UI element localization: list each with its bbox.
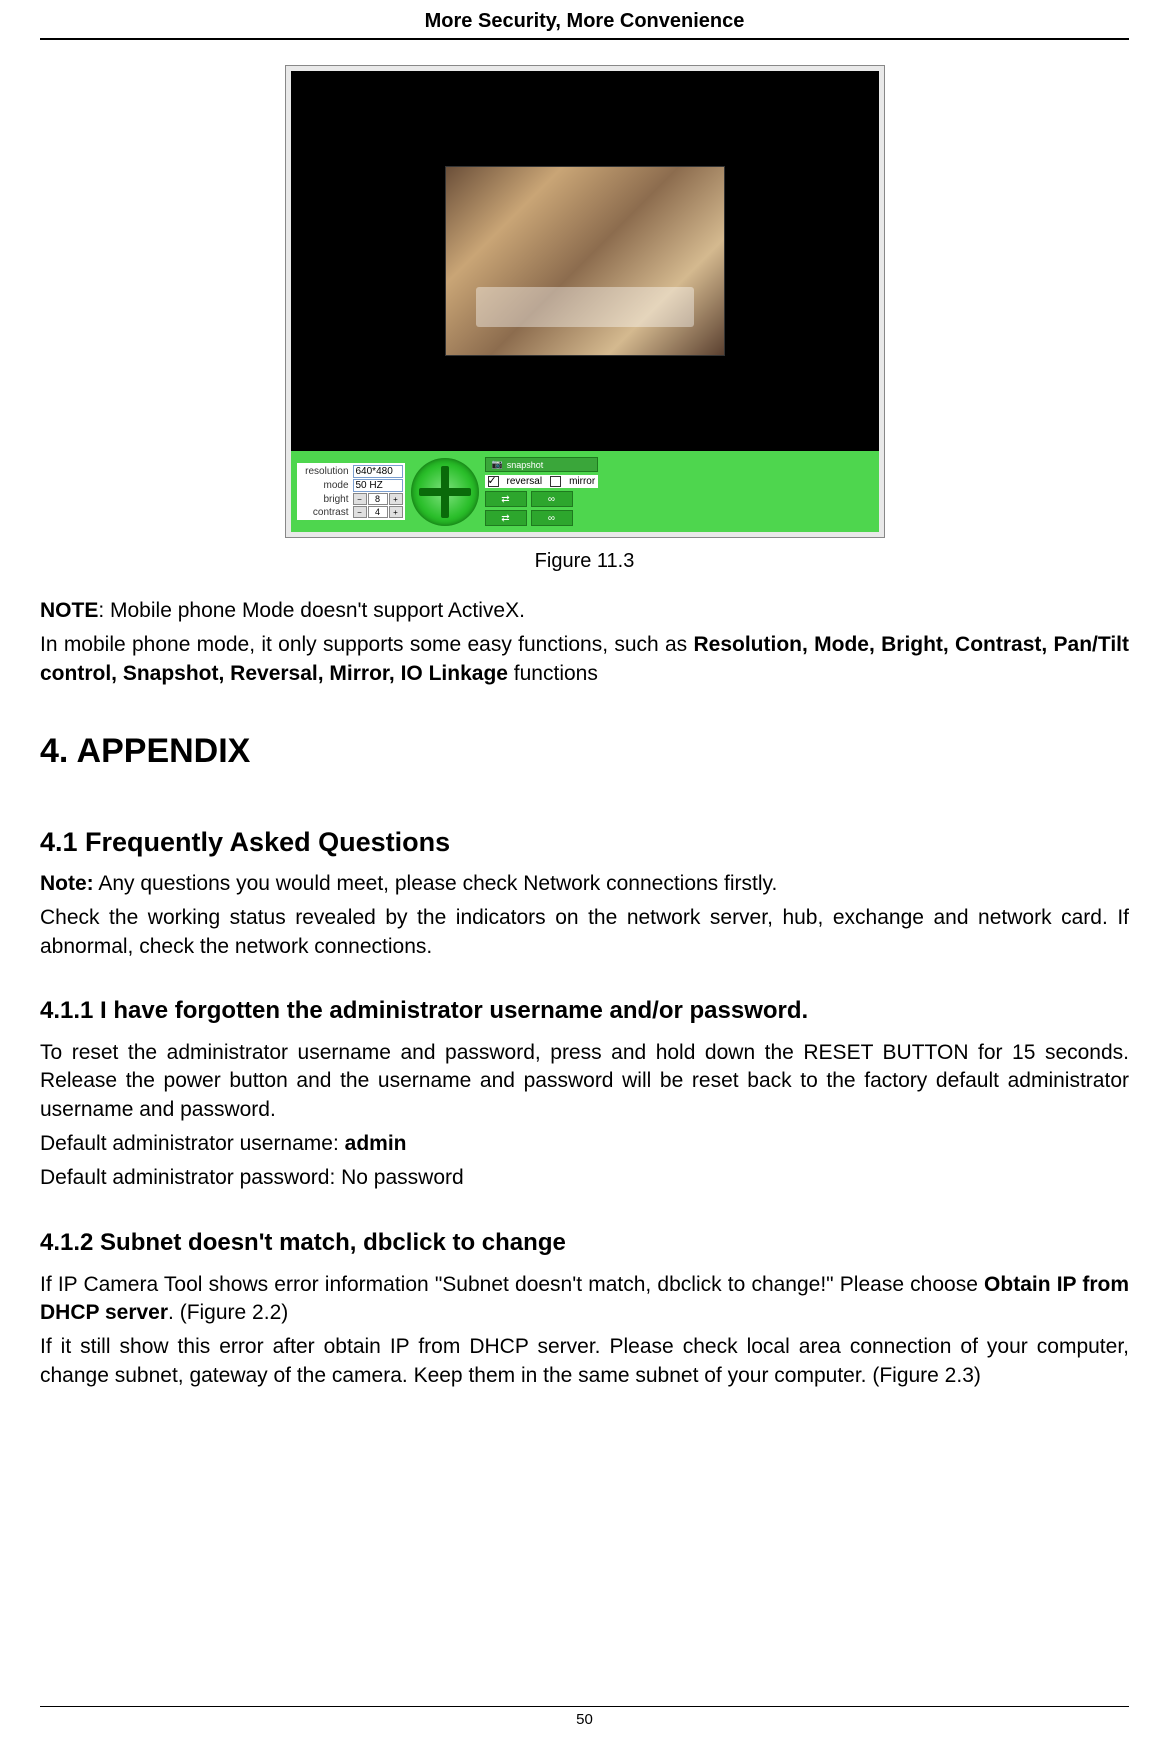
pan-tilt-dpad[interactable] <box>411 458 479 526</box>
faq-note-rest: Any questions you would meet, please che… <box>94 872 778 895</box>
contrast-decrease[interactable]: − <box>353 506 367 518</box>
faq-note-2: Check the working status revealed by the… <box>40 904 1129 961</box>
player-controls: resolution 640*480 mode 50 HZ bright − 8… <box>291 451 879 532</box>
note-prefix: NOTE <box>40 599 98 622</box>
s411-heading: 4.1.1 I have forgotten the administrator… <box>40 997 1129 1025</box>
mirror-checkbox[interactable] <box>550 476 561 487</box>
figure-caption: Figure 11.3 <box>40 550 1129 573</box>
io-button-2b[interactable]: ∞ <box>531 510 573 526</box>
bright-label: bright <box>299 494 349 505</box>
faq-note-bold: Note: <box>40 872 94 895</box>
note-line1: : Mobile phone Mode doesn't support Acti… <box>98 599 525 622</box>
faq-note-1: Note: Any questions you would meet, plea… <box>40 870 1129 898</box>
s411-p1: To reset the administrator username and … <box>40 1039 1129 1124</box>
s412-p2: If it still show this error after obtain… <box>40 1333 1129 1390</box>
contrast-increase[interactable]: + <box>389 506 403 518</box>
contrast-value: 4 <box>368 506 388 518</box>
s411-pass: Default administrator password: No passw… <box>40 1164 1129 1192</box>
bright-decrease[interactable]: − <box>353 493 367 505</box>
contrast-label: contrast <box>299 507 349 518</box>
faq-heading: 4.1 Frequently Asked Questions <box>40 827 1129 858</box>
note-line2-post: functions <box>508 662 598 685</box>
note-paragraph-1: NOTE: Mobile phone Mode doesn't support … <box>40 597 1129 625</box>
s412-p1: If IP Camera Tool shows error informatio… <box>40 1271 1129 1328</box>
page-number: 50 <box>40 1706 1129 1728</box>
s411-user-pre: Default administrator username: <box>40 1132 345 1155</box>
resolution-label: resolution <box>299 466 349 477</box>
s412-p1-post: . (Figure 2.2) <box>168 1301 288 1324</box>
reversal-label: reversal <box>507 476 543 487</box>
mirror-label: mirror <box>569 476 595 487</box>
mode-label: mode <box>299 480 349 491</box>
mode-select[interactable]: 50 HZ <box>353 479 403 492</box>
video-frame <box>445 166 725 356</box>
video-player-area <box>291 71 879 451</box>
right-controls: 📷 snapshot reversal mirror ⇄ ∞ ⇄ ∞ <box>485 457 599 526</box>
note-paragraph-2: In mobile phone mode, it only supports s… <box>40 631 1129 688</box>
io-button-2a[interactable]: ⇄ <box>485 510 527 526</box>
io-button-1a[interactable]: ⇄ <box>485 491 527 507</box>
s411-user: Default administrator username: admin <box>40 1130 1129 1158</box>
s412-heading: 4.1.2 Subnet doesn't match, dbclick to c… <box>40 1229 1129 1257</box>
appendix-heading: 4. APPENDIX <box>40 732 1129 771</box>
io-button-1b[interactable]: ∞ <box>531 491 573 507</box>
camera-icon: 📷 <box>492 459 503 470</box>
resolution-select[interactable]: 640*480 <box>353 465 403 478</box>
s412-p1-pre: If IP Camera Tool shows error informatio… <box>40 1273 984 1296</box>
s411-user-bold: admin <box>345 1132 407 1155</box>
snapshot-label: snapshot <box>507 460 544 470</box>
bright-value: 8 <box>368 493 388 505</box>
snapshot-button[interactable]: 📷 snapshot <box>485 457 599 472</box>
bright-increase[interactable]: + <box>389 493 403 505</box>
figure-11-3: resolution 640*480 mode 50 HZ bright − 8… <box>285 65 885 538</box>
page-header: More Security, More Convenience <box>40 0 1129 40</box>
reversal-checkbox[interactable] <box>488 476 499 487</box>
settings-panel: resolution 640*480 mode 50 HZ bright − 8… <box>297 463 405 520</box>
note-line2-pre: In mobile phone mode, it only supports s… <box>40 633 694 656</box>
